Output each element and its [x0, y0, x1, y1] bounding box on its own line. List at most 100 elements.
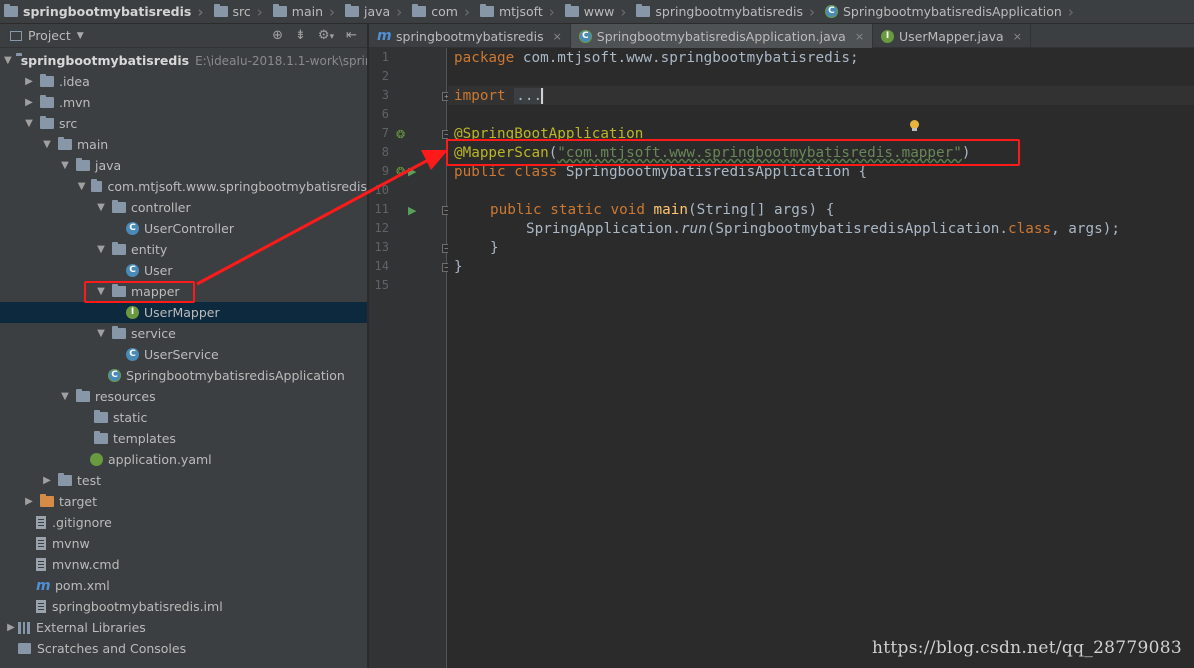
breadcrumb-item-project[interactable]: springbootmybatisredis ›	[0, 0, 208, 23]
tree-item[interactable]: C SpringbootmybatisredisApplication	[0, 365, 367, 386]
line-number: 9	[381, 164, 389, 178]
tree-item[interactable]: ▼ resources	[0, 386, 367, 407]
chevron-down-icon[interactable]: ▼	[58, 391, 72, 402]
spring-class-icon: C	[108, 369, 121, 382]
folder-icon	[213, 4, 228, 17]
close-icon[interactable]: ×	[855, 30, 864, 43]
class-icon: C	[126, 348, 139, 361]
spring-class-icon: C	[824, 5, 838, 18]
close-icon[interactable]: ×	[553, 30, 562, 43]
project-view-selector[interactable]: Project	[28, 28, 71, 43]
breadcrumb-item-main[interactable]: main ›	[267, 0, 339, 23]
folder-icon	[94, 410, 108, 423]
chevron-down-icon[interactable]: ▼	[94, 328, 108, 339]
folder-icon	[636, 4, 651, 17]
watermark: https://blog.csdn.net/qq_28779083	[872, 638, 1182, 658]
breadcrumb: springbootmybatisredis › src › main › java ›…	[0, 0, 1194, 24]
tree-item[interactable]: mvnw.cmd	[0, 554, 367, 575]
tree-item[interactable]: Scratches and Consoles	[0, 638, 367, 659]
run-icon[interactable]: ▶	[408, 204, 416, 217]
tree-item-label: SpringbootmybatisredisApplication	[126, 368, 345, 383]
tree-item[interactable]: I UserMapper	[0, 302, 367, 323]
chevron-down-icon[interactable]: ▼	[77, 31, 84, 41]
breadcrumb-item-mtjsoft[interactable]: mtjsoft ›	[474, 0, 559, 23]
chevron-down-icon[interactable]: ▼	[58, 160, 72, 171]
gear-icon[interactable]: ⚙▾	[318, 28, 334, 43]
folder-icon	[40, 116, 54, 129]
breadcrumb-item-java[interactable]: java ›	[339, 0, 406, 23]
tree-item[interactable]: ▶ .mvn	[0, 92, 367, 113]
tree-item[interactable]: C UserService	[0, 344, 367, 365]
tab-springbootmybatisredis-application[interactable]: C SpringbootmybatisredisApplication.java…	[570, 24, 874, 48]
tree-item-label: java	[95, 158, 122, 173]
tree-item-label: External Libraries	[36, 620, 146, 635]
tree-item[interactable]: ▶ test	[0, 470, 367, 491]
tree-item[interactable]: ▼ java	[0, 155, 367, 176]
spring-bean-icon[interactable]: ❂	[396, 128, 405, 141]
tree-item[interactable]: m pom.xml	[0, 575, 367, 596]
chevron-right-icon[interactable]: ▶	[40, 475, 54, 486]
close-icon[interactable]: ×	[1013, 30, 1022, 43]
tree-item[interactable]: ▶ target	[0, 491, 367, 512]
collapse-all-icon[interactable]: ⇟	[295, 28, 306, 43]
folder-icon	[76, 389, 90, 402]
tree-item-path: E:\ideaIu-2018.1.1-work\sprin	[195, 53, 367, 68]
tab-springbootmybatisredis[interactable]: m springbootmybatisredis ×	[369, 24, 571, 48]
tree-item[interactable]: ▼ entity	[0, 239, 367, 260]
chevron-down-icon[interactable]: ▼	[94, 244, 108, 255]
tree-item[interactable]: application.yaml	[0, 449, 367, 470]
locate-file-icon[interactable]: ⊕	[272, 28, 283, 43]
tree-item[interactable]: ▶ External Libraries	[0, 617, 367, 638]
tree-item[interactable]: C UserController	[0, 218, 367, 239]
folded-imports[interactable]: ...	[514, 88, 545, 104]
chevron-right-icon[interactable]: ▶	[4, 622, 18, 633]
tree-item[interactable]: ▶ .idea	[0, 71, 367, 92]
breadcrumb-item-package[interactable]: springbootmybatisredis ›	[630, 0, 819, 23]
line-number: 7	[381, 126, 389, 140]
file-icon	[36, 558, 46, 571]
chevron-down-icon[interactable]: ▼	[40, 139, 54, 150]
breadcrumb-item-www[interactable]: www ›	[559, 0, 631, 23]
hide-panel-icon[interactable]: ⇤	[346, 28, 357, 43]
breadcrumb-item-class[interactable]: C SpringbootmybatisredisApplication ›	[819, 0, 1078, 23]
chevron-right-icon[interactable]: ▶	[22, 97, 36, 108]
project-toolbar: ⊕ ⇟ ⚙▾ ⇤	[272, 28, 357, 43]
folder-icon	[4, 4, 18, 17]
tree-item[interactable]: ▼ main	[0, 134, 367, 155]
highlight-box-mapperscan	[446, 139, 1020, 166]
code-line: SpringApplication.run(Springbootmybatisr…	[526, 221, 1120, 237]
tree-item[interactable]: ▼ com.mtjsoft.www.springbootmybatisredis	[0, 176, 367, 197]
breadcrumb-item-src[interactable]: src ›	[208, 0, 267, 23]
chevron-right-icon[interactable]: ▶	[22, 76, 36, 87]
tree-item[interactable]: springbootmybatisredis.iml	[0, 596, 367, 617]
class-icon: C	[126, 264, 139, 277]
tree-item[interactable]: ▼ src	[0, 113, 367, 134]
folder-icon	[272, 4, 287, 17]
tree-item[interactable]: .gitignore	[0, 512, 367, 533]
tree-item[interactable]: ▼ service	[0, 323, 367, 344]
folder-icon	[564, 4, 579, 17]
class-icon: C	[126, 222, 139, 235]
chevron-right-icon[interactable]: ▶	[22, 496, 36, 507]
chevron-down-icon[interactable]: ▼	[4, 55, 12, 66]
tree-item[interactable]: ▼ controller	[0, 197, 367, 218]
tree-item[interactable]: C User	[0, 260, 367, 281]
tab-user-mapper[interactable]: I UserMapper.java ×	[873, 24, 1031, 48]
file-icon	[36, 537, 46, 550]
chevron-down-icon[interactable]: ▼	[22, 118, 36, 129]
tree-item-label: UserMapper	[144, 305, 220, 320]
chevron-down-icon[interactable]: ▼	[94, 202, 108, 213]
text-caret	[541, 88, 543, 104]
tree-item[interactable]: static	[0, 407, 367, 428]
code-line: package com.mtjsoft.www.springbootmybati…	[454, 50, 859, 66]
tree-item-label: mvnw	[52, 536, 90, 551]
chevron-down-icon[interactable]: ▼	[76, 181, 87, 192]
tree-item[interactable]: ▼ springbootmybatisredis E:\ideaIu-2018.1.…	[0, 50, 367, 71]
tree-item[interactable]: templates	[0, 428, 367, 449]
run-icon[interactable]: ▶	[408, 165, 416, 178]
tree-item[interactable]: mvnw	[0, 533, 367, 554]
lightbulb-icon[interactable]	[909, 120, 919, 132]
breadcrumb-item-com[interactable]: com ›	[406, 0, 474, 23]
tree-item-label: controller	[131, 200, 191, 215]
spring-bean-icon[interactable]: ❂	[396, 165, 405, 178]
